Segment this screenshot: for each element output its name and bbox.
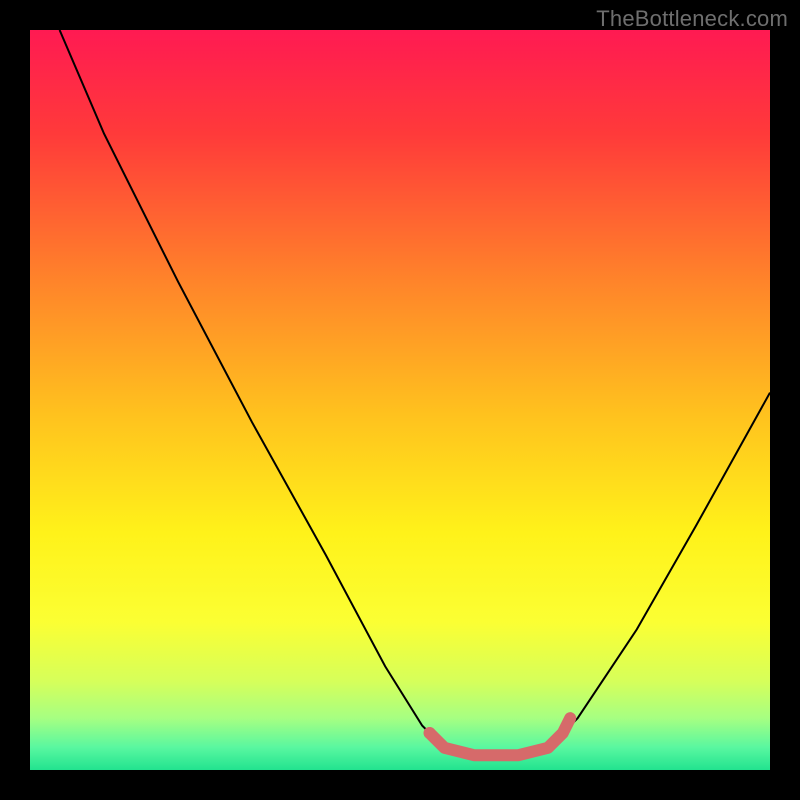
gradient-background	[30, 30, 770, 770]
attribution-text: TheBottleneck.com	[596, 6, 788, 32]
plot-area	[30, 30, 770, 770]
chart-svg	[30, 30, 770, 770]
highlight-marker	[424, 727, 436, 739]
chart-frame: TheBottleneck.com	[0, 0, 800, 800]
